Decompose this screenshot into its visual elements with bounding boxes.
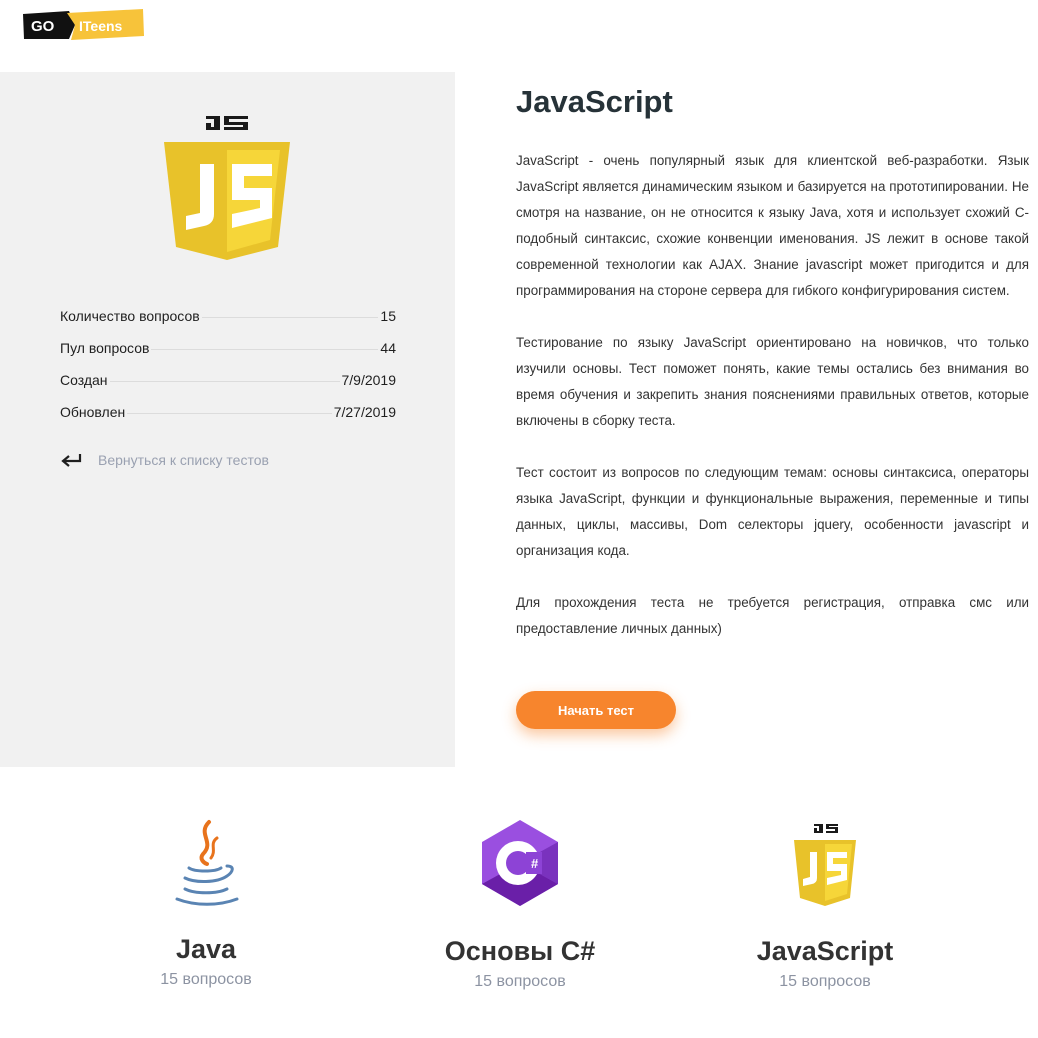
stat-value: 44 (380, 340, 396, 356)
stat-row-question-count: Количество вопросов 15 (60, 308, 396, 340)
start-test-button[interactable]: Начать тест (516, 691, 676, 729)
java-icon (175, 820, 239, 906)
stat-row-question-pool: Пул вопросов 44 (60, 340, 396, 372)
back-link-label: Вернуться к списку тестов (98, 452, 269, 468)
course-card-java[interactable]: Java 15 вопросов (146, 818, 266, 989)
stat-value: 7/27/2019 (333, 404, 396, 420)
card-title: Основы C# (444, 936, 596, 966)
stat-leader-line (109, 381, 340, 382)
logo-go-text: GO (31, 18, 55, 35)
goiteens-logo[interactable]: GO ITeens (23, 9, 145, 41)
stat-leader-line (151, 349, 379, 350)
card-title: JavaScript (756, 936, 894, 966)
stat-value: 15 (380, 308, 396, 324)
card-title: Java (175, 934, 237, 964)
svg-text:#: # (531, 856, 539, 871)
stat-leader-line (201, 317, 379, 318)
csharp-icon: # (482, 820, 558, 906)
description-paragraph: Тест состоит из вопросов по следующим те… (516, 465, 1029, 558)
course-card-csharp[interactable]: # Основы C# 15 вопросов (430, 818, 610, 991)
back-to-tests-link[interactable]: Вернуться к списку тестов (60, 452, 269, 468)
page-title: JavaScript (516, 84, 673, 119)
card-question-count: 15 вопросов (474, 973, 566, 990)
logo-iteens-text: ITeens (79, 18, 123, 34)
javascript-icon (794, 824, 856, 906)
description-paragraph: Для прохождения теста не требуется регис… (516, 595, 1029, 636)
stat-leader-line (127, 413, 332, 414)
stat-value: 7/9/2019 (341, 372, 397, 388)
description-paragraph: Тестирование по языку JavaScript ориенти… (516, 335, 1029, 428)
stat-row-created: Создан 7/9/2019 (60, 372, 396, 404)
card-question-count: 15 вопросов (160, 971, 252, 988)
test-description: JavaScript - очень популярный язык для к… (516, 148, 1029, 668)
test-info-panel: Количество вопросов 15 Пул вопросов 44 С… (0, 72, 455, 767)
course-card-javascript[interactable]: JavaScript 15 вопросов (745, 818, 905, 991)
stat-label: Обновлен (60, 404, 126, 420)
stat-row-updated: Обновлен 7/27/2019 (60, 404, 396, 436)
stat-label: Создан (60, 372, 108, 388)
test-stats: Количество вопросов 15 Пул вопросов 44 С… (60, 308, 396, 436)
description-paragraph: JavaScript - очень популярный язык для к… (516, 153, 1029, 298)
card-question-count: 15 вопросов (779, 973, 871, 990)
stat-label: Количество вопросов (60, 308, 200, 324)
return-arrow-icon (61, 454, 82, 467)
javascript-logo-icon (164, 116, 290, 260)
stat-label: Пул вопросов (60, 340, 150, 356)
